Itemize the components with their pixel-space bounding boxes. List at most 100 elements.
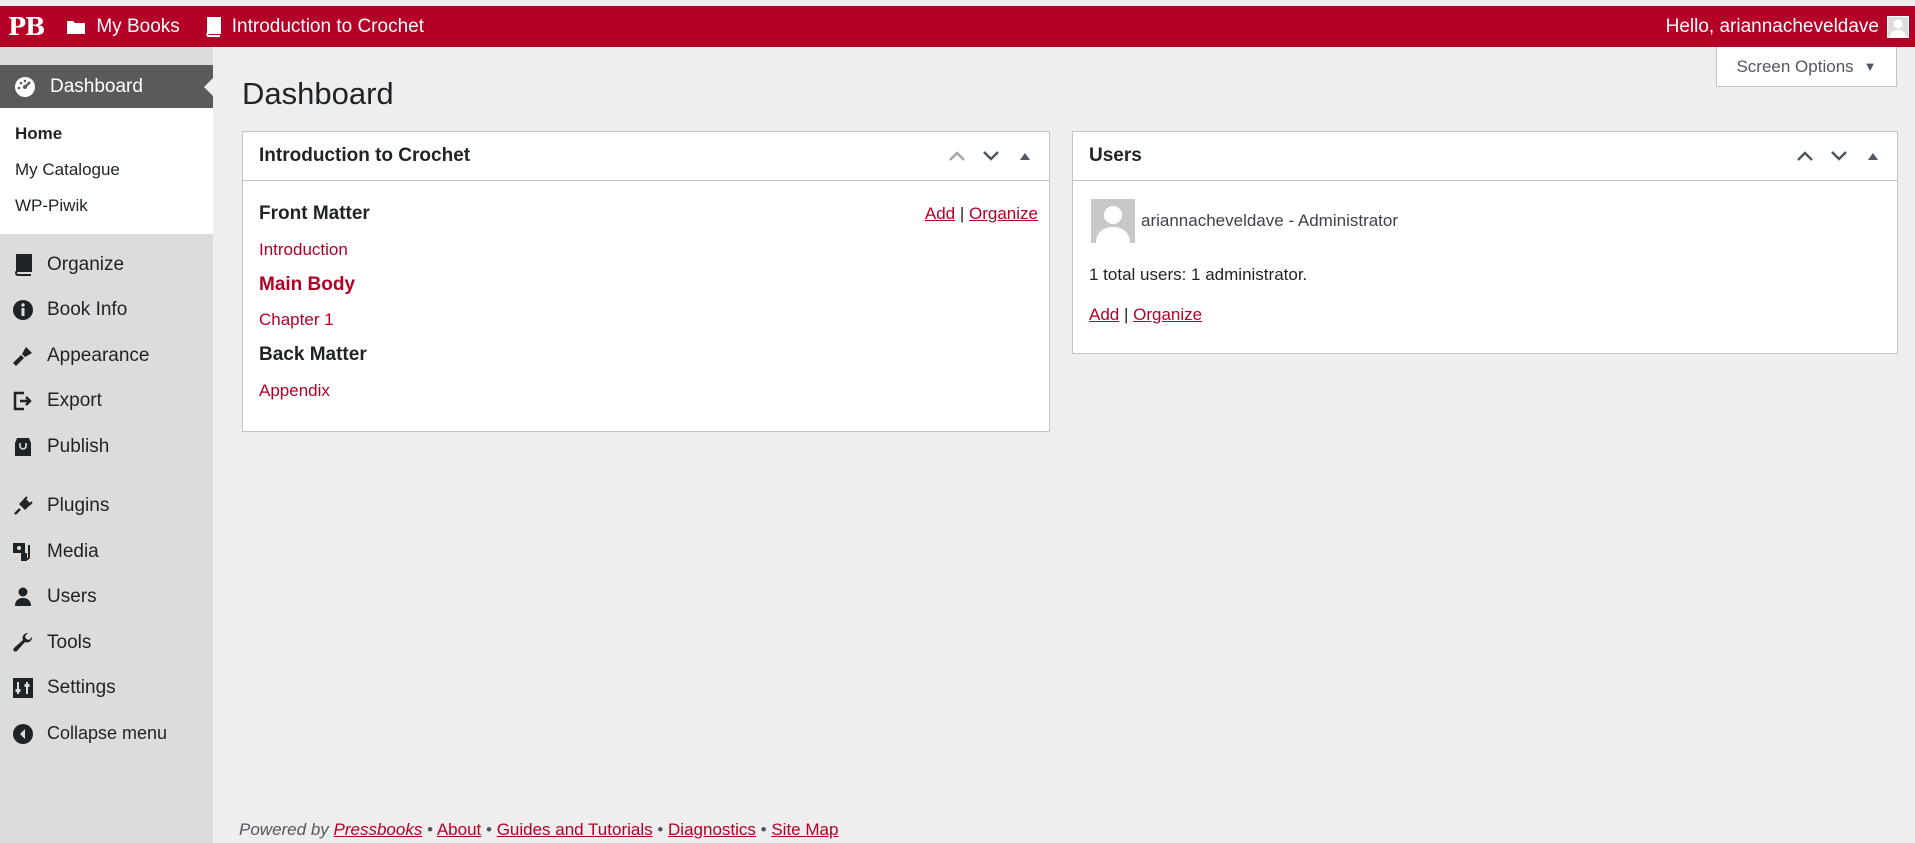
sidebar-item-export[interactable]: Export <box>0 379 213 425</box>
greeting-text: Hello, ariannacheveldave <box>1665 15 1879 37</box>
powered-by-text: Powered by <box>239 820 329 839</box>
separator: | <box>959 204 965 223</box>
organize-users-link[interactable]: Organize <box>1133 305 1202 324</box>
add-link[interactable]: Add <box>925 204 955 223</box>
sidebar-item-label: Settings <box>47 677 116 699</box>
current-book-link[interactable]: Introduction to Crochet <box>192 6 436 47</box>
my-books-label: My Books <box>96 15 180 37</box>
bullet: • <box>427 820 434 839</box>
back-matter-heading: Back Matter <box>259 344 367 365</box>
my-books-link[interactable]: My Books <box>54 6 191 47</box>
footer: Powered by Pressbooks • About • Guides a… <box>239 820 838 840</box>
book-widget-title: Introduction to Crochet <box>259 145 471 166</box>
sidebar-item-publish[interactable]: Publish <box>0 424 213 470</box>
plug-icon <box>12 495 34 517</box>
store-icon <box>12 436 34 458</box>
chevron-up-icon[interactable] <box>1793 144 1817 168</box>
info-icon <box>12 299 34 321</box>
media-icon <box>12 541 34 563</box>
wrench-icon <box>12 632 34 654</box>
screen-options-button[interactable]: Screen Options ▼ <box>1716 47 1897 87</box>
guides-link[interactable]: Guides and Tutorials <box>497 820 653 839</box>
submenu-my-catalogue[interactable]: My Catalogue <box>0 152 213 188</box>
sidebar-item-label: Media <box>47 540 99 562</box>
toc-item-introduction[interactable]: Introduction <box>259 240 1033 260</box>
sidebar-item-book-info[interactable]: Book Info <box>0 288 213 334</box>
users-actions: Add | Organize <box>1073 285 1897 325</box>
add-user-link[interactable]: Add <box>1089 305 1119 324</box>
separator: | <box>1123 305 1129 324</box>
sidebar-item-label: Export <box>47 390 102 412</box>
account-menu[interactable]: Hello, ariannacheveldave <box>1665 15 1915 38</box>
chevron-down-icon[interactable] <box>1827 144 1851 168</box>
collapse-menu-button[interactable]: Collapse menu <box>0 711 213 757</box>
avatar <box>1091 199 1135 243</box>
site-map-link[interactable]: Site Map <box>771 820 838 839</box>
current-book-label: Introduction to Crochet <box>231 15 424 37</box>
collapse-toggle-icon[interactable] <box>1861 144 1885 168</box>
sidebar-item-plugins[interactable]: Plugins <box>0 484 213 530</box>
sidebar-item-tools[interactable]: Tools <box>0 620 213 666</box>
admin-bar: PB My Books Introduction to Crochet Hell… <box>0 6 1915 47</box>
dashboard-submenu: Home My Catalogue WP-Piwik <box>0 108 213 234</box>
sidebar-item-dashboard[interactable]: Dashboard <box>0 65 213 108</box>
sidebar-item-settings[interactable]: Settings <box>0 666 213 712</box>
sidebar-item-label: Tools <box>47 631 92 653</box>
front-matter-heading: Front Matter <box>259 203 370 224</box>
toc-item-chapter-1[interactable]: Chapter 1 <box>259 310 1033 330</box>
folder-icon <box>66 18 86 36</box>
bullet: • <box>486 820 492 839</box>
sidebar-item-label: Plugins <box>47 495 110 517</box>
user-entry: ariannacheveldave - Administrator <box>1073 181 1897 243</box>
sidebar-item-organize[interactable]: Organize <box>0 242 213 288</box>
user-name-role: ariannacheveldave - Administrator <box>1141 211 1399 230</box>
sidebar-item-label: Collapse menu <box>47 723 168 744</box>
settings-icon <box>12 677 34 699</box>
collapse-icon <box>12 723 34 745</box>
sidebar-item-label: Appearance <box>47 344 150 366</box>
chevron-down-icon[interactable] <box>979 144 1003 168</box>
sidebar-item-appearance[interactable]: Appearance <box>0 333 213 379</box>
dashboard-icon <box>14 76 36 98</box>
user-icon <box>12 586 34 608</box>
main-body-heading[interactable]: Main Body <box>259 274 1033 296</box>
widget-controls <box>1793 144 1885 168</box>
sidebar-item-label: Publish <box>47 435 110 457</box>
organize-link[interactable]: Organize <box>969 204 1038 223</box>
submenu-wp-piwik[interactable]: WP-Piwik <box>0 188 213 224</box>
toc-actions: Add | Organize <box>925 204 1038 224</box>
collapse-toggle-icon[interactable] <box>1013 144 1037 168</box>
table-of-contents: Front Matter Add | Organize Introduction… <box>243 203 1049 401</box>
sidebar-item-users[interactable]: Users <box>0 575 213 621</box>
user-avatar-icon <box>1887 15 1909 38</box>
screen-options-label: Screen Options <box>1736 56 1854 76</box>
sidebar-item-label: Users <box>47 586 97 608</box>
sidebar-item-label: Book Info <box>47 299 128 321</box>
book-icon <box>204 16 222 37</box>
about-link[interactable]: About <box>437 820 481 839</box>
users-widget-title: Users <box>1089 145 1142 166</box>
sidebar-item-media[interactable]: Media <box>0 529 213 575</box>
export-icon <box>12 390 34 412</box>
book-icon <box>12 253 34 276</box>
pressbooks-link[interactable]: Pressbooks <box>334 820 423 839</box>
book-widget-header[interactable]: Introduction to Crochet <box>243 132 1049 181</box>
bullet: • <box>657 820 664 839</box>
users-widget: Users ariannacheveldave - Administrator … <box>1072 131 1898 354</box>
diagnostics-link[interactable]: Diagnostics <box>668 820 756 839</box>
widget-controls <box>945 144 1037 168</box>
toc-item-appendix[interactable]: Appendix <box>259 381 1033 401</box>
page-title: Dashboard <box>242 76 394 111</box>
book-widget: Introduction to Crochet Front Matter Add… <box>242 131 1050 432</box>
pressbooks-logo[interactable]: PB <box>0 6 54 47</box>
users-count-text: 1 total users: 1 administrator. <box>1089 265 1308 284</box>
users-widget-header[interactable]: Users <box>1073 132 1897 181</box>
admin-sidebar: Dashboard Home My Catalogue WP-Piwik Org… <box>0 47 213 843</box>
dashboard-label: Dashboard <box>50 75 143 97</box>
bullet: • <box>760 820 767 839</box>
caret-down-icon: ▼ <box>1863 59 1877 74</box>
chevron-up-icon[interactable] <box>945 144 969 168</box>
sidebar-item-label: Organize <box>47 253 125 275</box>
brush-icon <box>12 345 34 367</box>
submenu-home[interactable]: Home <box>0 116 213 152</box>
